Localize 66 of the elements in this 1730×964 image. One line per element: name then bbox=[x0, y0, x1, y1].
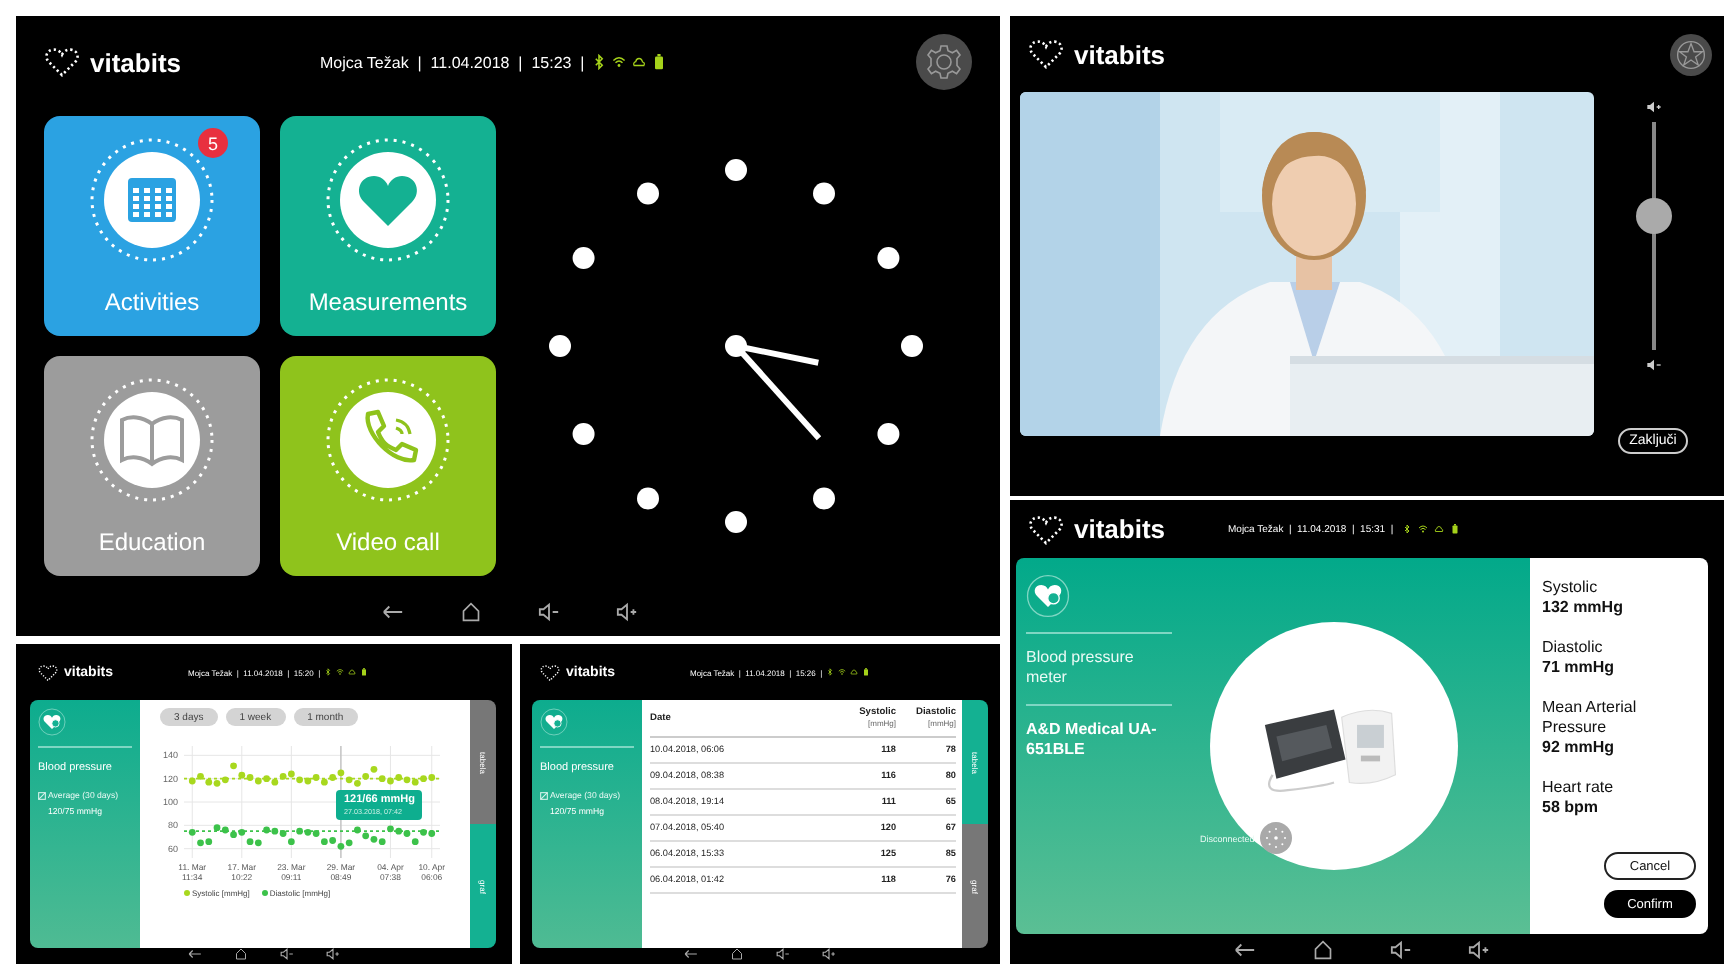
wifi-icon bbox=[612, 54, 627, 70]
back-icon[interactable] bbox=[1234, 939, 1256, 959]
average-icon bbox=[540, 791, 548, 799]
volume-up-icon[interactable] bbox=[616, 602, 638, 622]
reading-value: 92 mmHg bbox=[1542, 738, 1617, 760]
wifi-icon bbox=[336, 668, 345, 676]
reading-label: Diastolic bbox=[1542, 637, 1605, 659]
tile-button[interactable]: Measurements bbox=[280, 116, 496, 336]
volume-down-icon[interactable] bbox=[1645, 358, 1661, 372]
logo-text: vitabits bbox=[1074, 514, 1166, 544]
calendar-icon bbox=[88, 136, 216, 264]
volume-down-icon[interactable] bbox=[776, 948, 790, 960]
volume-down-icon[interactable] bbox=[538, 602, 560, 622]
home-icon[interactable] bbox=[730, 948, 744, 960]
reading-label: Systolic bbox=[1542, 578, 1600, 599]
volume-up-icon[interactable] bbox=[1645, 100, 1661, 114]
device-name: A&D Medical UA-651BLE bbox=[1026, 719, 1159, 762]
gear-icon[interactable] bbox=[916, 34, 972, 90]
sensor-icon bbox=[1260, 822, 1293, 854]
logo-text: vitabits bbox=[90, 47, 182, 77]
notification-badge: 5 bbox=[198, 128, 228, 158]
home-icon[interactable] bbox=[460, 602, 482, 622]
volume-up-icon[interactable] bbox=[822, 948, 836, 960]
cloud-icon bbox=[1433, 524, 1444, 534]
data-point bbox=[188, 828, 196, 836]
volume-down-icon[interactable] bbox=[1390, 939, 1412, 959]
book-icon bbox=[88, 376, 216, 504]
wifi-icon bbox=[838, 668, 847, 676]
reading-value: 132 mmHg bbox=[1542, 598, 1625, 620]
heart-icon bbox=[38, 663, 58, 681]
star-icon[interactable] bbox=[1670, 33, 1712, 75]
logo-text: vitabits bbox=[1074, 39, 1166, 69]
cloud-icon bbox=[348, 668, 357, 676]
average-icon bbox=[38, 791, 46, 799]
reading-value: 58 bpm bbox=[1542, 798, 1601, 820]
tile-button[interactable]: Education bbox=[44, 356, 260, 576]
bluetooth-icon bbox=[1401, 524, 1412, 534]
heart-icon bbox=[1028, 38, 1064, 70]
back-icon[interactable] bbox=[684, 948, 698, 960]
slider-thumb[interactable] bbox=[1635, 198, 1671, 235]
volume-down-icon[interactable] bbox=[279, 948, 293, 960]
wifi-icon bbox=[1417, 524, 1428, 534]
heart-clock-icon bbox=[38, 708, 66, 736]
device-type: Blood pressure meter bbox=[1026, 648, 1136, 690]
heart-icon bbox=[44, 46, 80, 78]
tile-button[interactable]: 5 Activities bbox=[44, 116, 260, 336]
reading-label: Heart rate bbox=[1542, 777, 1616, 799]
heart-icon bbox=[1028, 513, 1064, 545]
cloud-icon bbox=[632, 54, 647, 70]
reading-value: 71 mmHg bbox=[1542, 658, 1617, 680]
volume-up-icon[interactable] bbox=[325, 948, 339, 960]
back-icon[interactable] bbox=[187, 948, 201, 960]
phone-icon bbox=[324, 376, 452, 504]
volume-up-icon[interactable] bbox=[1468, 939, 1490, 959]
bluetooth-icon bbox=[592, 54, 607, 70]
back-icon[interactable] bbox=[382, 602, 404, 622]
reading-label: Mean Arterial Pressure bbox=[1542, 697, 1639, 739]
cloud-icon bbox=[850, 668, 859, 676]
battery-icon bbox=[1449, 524, 1460, 534]
heart-icon bbox=[540, 663, 560, 681]
home-icon[interactable] bbox=[233, 948, 247, 960]
status-text: Mojca Težak | 11.04.2018 | 15:23 | bbox=[320, 53, 585, 71]
battery-icon bbox=[652, 54, 667, 70]
heart-clock-icon bbox=[1026, 574, 1070, 618]
heart-clock-icon bbox=[540, 708, 568, 736]
home-icon[interactable] bbox=[1312, 939, 1334, 959]
